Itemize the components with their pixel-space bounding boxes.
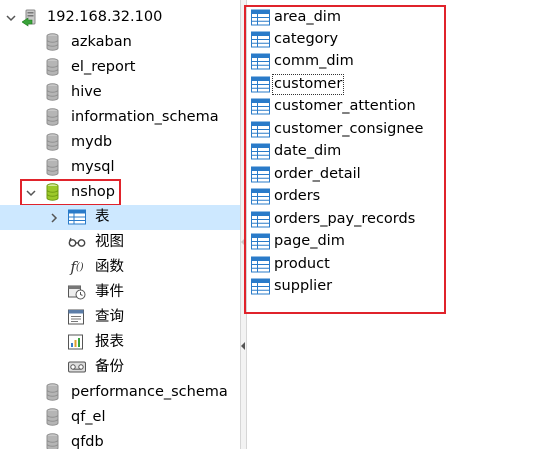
node-label: 视图 [95,234,124,250]
node-label: 表 [95,209,110,225]
query-icon [68,309,84,325]
tree-node-functions[interactable]: f() 函数 [0,255,240,280]
database-icon [46,408,59,426]
db-label: information_schema [71,109,219,125]
db-label: qf_el [71,409,106,425]
db-label: hive [71,84,102,100]
splitter-collapse-icon[interactable] [241,342,246,350]
database-icon [46,133,59,151]
db-label: mydb [71,134,113,150]
view-glasses-icon [68,237,86,247]
chevron-down-icon[interactable] [5,12,17,24]
database-icon [46,158,59,176]
server-connection-icon [22,9,36,27]
node-label: 函数 [95,259,124,275]
tree-db-qf-el[interactable]: qf_el [0,405,240,430]
database-icon [46,383,59,401]
database-icon [46,33,59,51]
db-label: qfdb [71,434,104,449]
tree-db-azkaban[interactable]: azkaban [0,30,240,55]
function-icon: f() [70,258,84,276]
tree-db-hive[interactable]: hive [0,80,240,105]
node-label: 事件 [95,284,124,300]
tree-db-el-report[interactable]: el_report [0,55,240,80]
tree-node-queries[interactable]: 查询 [0,305,240,330]
tree-node-reports[interactable]: 报表 [0,330,240,355]
tree-db-performance-schema[interactable]: performance_schema [0,380,240,405]
node-label: 查询 [95,309,124,325]
table-list-highlight-box [244,5,446,314]
backup-icon [68,361,86,373]
node-label: 备份 [95,359,124,375]
nshop-highlight-box [20,179,121,206]
tree-db-mysql[interactable]: mysql [0,155,240,180]
table-grid-icon [68,209,86,225]
db-label: performance_schema [71,384,228,400]
tree-db-information-schema[interactable]: information_schema [0,105,240,130]
db-label: azkaban [71,34,132,50]
tree-db-qfdb[interactable]: qfdb [0,430,240,449]
report-icon [68,334,83,350]
connection-label: 192.168.32.100 [47,9,163,25]
object-tree: 192.168.32.100 azkaban el_report hive in… [0,0,240,449]
tree-node-views[interactable]: 视图 [0,230,240,255]
database-icon [46,83,59,101]
db-label: mysql [71,159,115,175]
database-icon [46,433,59,449]
node-label: 报表 [95,334,124,350]
tree-connection-row[interactable]: 192.168.32.100 [0,5,240,30]
database-icon [46,108,59,126]
db-label: el_report [71,59,136,75]
tree-node-events[interactable]: 事件 [0,280,240,305]
tree-db-mydb[interactable]: mydb [0,130,240,155]
event-clock-icon [68,285,86,300]
database-icon [46,58,59,76]
chevron-right-icon[interactable] [48,212,60,224]
tree-node-tables[interactable]: 表 [0,205,240,230]
tree-node-backups[interactable]: 备份 [0,355,240,380]
